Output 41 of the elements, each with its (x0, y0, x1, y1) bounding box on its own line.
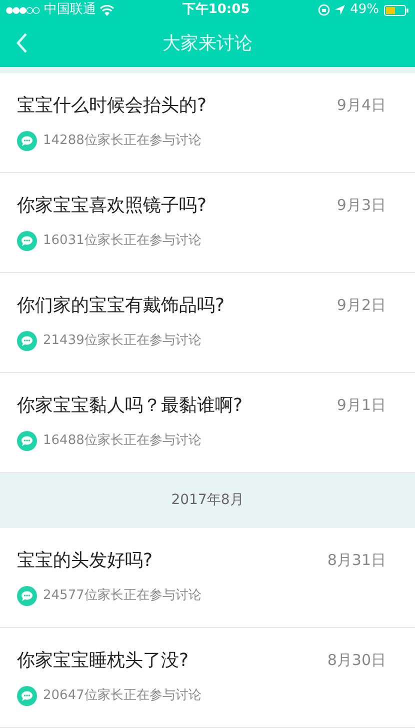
participant-count: 20647位家长正在参与讨论 (43, 687, 202, 706)
chat-bubble-icon (17, 586, 37, 606)
discussion-title: 你们家的宝宝有戴饰品吗? (17, 294, 225, 318)
discussion-title: 宝宝什么时候会抬头的? (17, 94, 207, 118)
battery-percent: 49% (350, 1, 379, 20)
discussion-date: 9月3日 (336, 195, 386, 216)
wifi-icon (100, 4, 114, 16)
clock-time: 下午10:05 (182, 1, 250, 20)
participant-count: 16488位家长正在参与讨论 (43, 432, 202, 450)
discussion-date: 8月31日 (327, 550, 386, 571)
discussion-title: 你家宝宝喜欢照镜子吗? (17, 194, 207, 218)
back-chevron-icon (16, 32, 28, 54)
participant-count: 24577位家长正在参与讨论 (43, 587, 202, 606)
discussion-date: 9月2日 (336, 295, 386, 316)
page-title: 大家来讨论 (162, 32, 252, 56)
discussion-item[interactable]: 你们家的宝宝有戴饰品吗? 9月2日 21439位家长正在参与讨论 (0, 273, 415, 373)
chat-bubble-icon (17, 131, 37, 151)
discussion-item[interactable]: 你家宝宝黏人吗？最黏谁啊? 9月1日 16488位家长正在参与讨论 (0, 373, 415, 473)
chat-bubble-icon (17, 431, 37, 451)
discussion-item[interactable]: 你家宝宝睡枕头了没? 8月30日 20647位家长正在参与讨论 (0, 628, 415, 728)
discussion-title: 你家宝宝睡枕头了没? (17, 649, 189, 673)
participant-count: 14288位家长正在参与讨论 (43, 132, 202, 150)
signal-icon (6, 6, 40, 14)
month-header: 2017年8月 (171, 491, 244, 510)
chat-bubble-icon (17, 231, 37, 251)
discussion-item[interactable]: 你家宝宝喜欢照镜子吗? 9月3日 16031位家长正在参与讨论 (0, 173, 415, 273)
chat-bubble-icon (17, 686, 37, 706)
discussion-date: 9月4日 (336, 95, 386, 116)
participant-count: 16031位家长正在参与讨论 (43, 232, 202, 250)
battery-icon (384, 4, 409, 16)
chat-bubble-icon (17, 331, 37, 351)
discussion-item[interactable]: 宝宝的头发好吗? 8月31日 24577位家长正在参与讨论 (0, 528, 415, 628)
discussion-date: 8月30日 (327, 650, 386, 671)
discussion-date: 9月1日 (336, 395, 386, 416)
discussion-title: 宝宝的头发好吗? (17, 549, 153, 573)
discussion-item[interactable]: 宝宝什么时候会抬头的? 9月4日 14288位家长正在参与讨论 (0, 73, 415, 173)
location-arrow-icon (335, 5, 346, 15)
carrier-name: 中国联通 (44, 1, 96, 20)
participant-count: 21439位家长正在参与讨论 (43, 332, 202, 350)
discussion-title: 你家宝宝黏人吗？最黏谁啊? (17, 394, 243, 418)
rotation-lock-icon (318, 4, 330, 16)
